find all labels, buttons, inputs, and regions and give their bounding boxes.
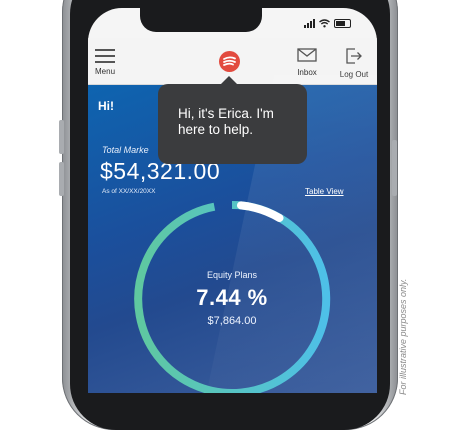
erica-logo-icon bbox=[223, 56, 236, 66]
volume-up-button bbox=[59, 120, 64, 154]
menu-button[interactable]: Menu bbox=[95, 49, 123, 76]
hamburger-icon bbox=[95, 49, 123, 63]
notch bbox=[140, 8, 262, 32]
disclaimer-text: For illustrative purposes only. bbox=[398, 278, 408, 395]
menu-label: Menu bbox=[95, 67, 116, 76]
table-view-link[interactable]: Table View bbox=[305, 187, 344, 196]
wifi-icon bbox=[319, 18, 330, 27]
status-bar bbox=[304, 17, 351, 29]
tooltip-message: Hi, it's Erica. I'm here to help. bbox=[178, 106, 274, 137]
inbox-button[interactable]: Inbox bbox=[294, 48, 320, 77]
power-button bbox=[392, 140, 397, 196]
battery-icon bbox=[334, 18, 351, 28]
envelope-icon bbox=[297, 48, 317, 62]
ring-center: Equity Plans 7.44 % $7,864.00 bbox=[130, 197, 334, 393]
equity-percent: 7.44 % bbox=[196, 285, 268, 310]
erica-button[interactable] bbox=[219, 51, 240, 72]
phone-screen: Menu Inbox Log Out Hi! Total Mark bbox=[88, 8, 377, 393]
equity-plans-label: Equity Plans bbox=[206, 270, 258, 280]
greeting: Hi! bbox=[98, 99, 114, 113]
as-of-date: As of XX/XX/20XX bbox=[102, 188, 156, 195]
erica-tooltip[interactable]: Hi, it's Erica. I'm here to help. bbox=[158, 76, 307, 164]
equity-amount: $7,864.00 bbox=[207, 315, 257, 327]
signal-icon bbox=[304, 18, 315, 28]
logout-icon bbox=[346, 48, 362, 64]
volume-down-button bbox=[59, 162, 64, 196]
total-market-label: Total Marke bbox=[102, 145, 149, 155]
